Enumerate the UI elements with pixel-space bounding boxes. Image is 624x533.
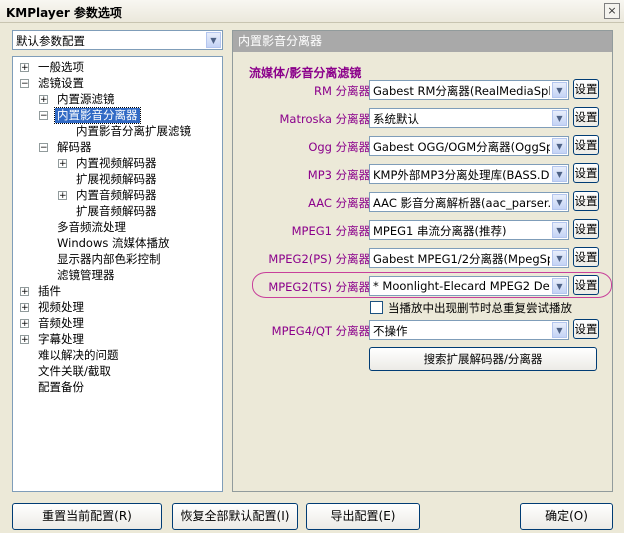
mpeg1-settings-button[interactable]: 设置: [573, 219, 599, 239]
ogg-splitter-select[interactable]: Gabest OGG/OGM分离器(OggSplitter▼: [369, 136, 569, 156]
tree-item-label: 音频处理: [38, 316, 84, 330]
profile-select[interactable]: 默认参数配置 ▼: [12, 30, 223, 50]
chevron-down-icon[interactable]: ▼: [552, 166, 567, 182]
chevron-down-icon[interactable]: ▼: [552, 82, 567, 98]
settings-tree[interactable]: + 一般选项 − 滤镜设置 + 内置源滤镜 − 内置影音分离器 内置影音分离扩展滤镜 −…: [12, 56, 223, 492]
tree-item-label: 扩展视频解码器: [76, 172, 157, 186]
mpeg2ps-splitter-value: Gabest MPEG1/2分离器(MpegSplitter: [373, 252, 550, 266]
tree-item-label: 内置视频解码器: [76, 156, 157, 170]
matroska-splitter-select[interactable]: 系统默认 ▼: [369, 108, 569, 128]
tree-expander-icon[interactable]: −: [39, 111, 48, 121]
close-icon[interactable]: ×: [604, 3, 620, 19]
rm-splitter-select[interactable]: Gabest RM分离器(RealMediaSplitter.▼: [369, 80, 569, 100]
mp3-splitter-value: KMP外部MP3分离处理库(BASS.DLL): [373, 168, 550, 182]
tree-item-label: 滤镜设置: [38, 76, 84, 90]
aac-splitter-value: AAC 影音分离解析器(aac_parser.a:: [373, 196, 550, 210]
chevron-down-icon[interactable]: ▼: [206, 32, 221, 48]
tree-item-label: 内置源滤镜: [57, 92, 115, 106]
tree-item-label: 扩展音频解码器: [76, 204, 157, 218]
tree-item-label: 视频处理: [38, 300, 84, 314]
tree-expander-icon[interactable]: −: [39, 143, 48, 153]
tree-item-label: 插件: [38, 284, 61, 298]
ogg-splitter-value: Gabest OGG/OGM分离器(OggSplitter: [373, 140, 550, 154]
mpeg2ps-splitter-label: MPEG2(PS) 分离器:: [268, 252, 374, 266]
mpeg2ts-settings-button[interactable]: 设置: [573, 275, 599, 295]
tree-item-label: 内置影音分离器: [54, 107, 141, 124]
rm-splitter-value: Gabest RM分离器(RealMediaSplitter.: [373, 84, 550, 98]
tree-item-label: 字幕处理: [38, 332, 84, 346]
window-title: KMPlayer 参数选项: [6, 6, 122, 20]
ogg-settings-button[interactable]: 设置: [573, 135, 599, 155]
rm-settings-button[interactable]: 设置: [573, 79, 599, 99]
tree-item-label: 难以解决的问题: [38, 348, 119, 362]
tree-item-label: 显示器内部色彩控制: [57, 252, 161, 266]
group-title: 流媒体/影音分离滤镜: [249, 66, 362, 80]
tree-item-label: 内置音频解码器: [76, 188, 157, 202]
mpeg4qt-splitter-value: 不操作: [373, 324, 408, 338]
tree-expander-icon[interactable]: +: [39, 95, 48, 105]
retry-on-skip-label: 当播放中出现删节时总重复尝试播放: [388, 301, 572, 315]
mp3-splitter-label: MP3 分离器:: [307, 168, 374, 182]
tree-expander-icon[interactable]: +: [20, 335, 29, 345]
retry-on-skip-checkbox[interactable]: [370, 301, 383, 314]
chevron-down-icon[interactable]: ▼: [552, 278, 567, 294]
matroska-splitter-label: Matroska 分离器:: [279, 112, 374, 126]
search-decoders-button[interactable]: 搜索扩展解码器/分离器: [369, 347, 597, 371]
tree-item-label: 内置影音分离扩展滤镜: [76, 124, 191, 138]
tree-expander-icon[interactable]: +: [20, 63, 29, 73]
mp3-splitter-select[interactable]: KMP外部MP3分离处理库(BASS.DLL) ▼: [369, 164, 569, 184]
profile-select-value: 默认参数配置: [16, 34, 85, 48]
mpeg1-splitter-value: MPEG1 串流分离器(推荐): [373, 224, 507, 238]
tree-item-label: 多音频流处理: [57, 220, 126, 234]
chevron-down-icon[interactable]: ▼: [552, 222, 567, 238]
tree-item-label: 文件关联/截取: [38, 364, 111, 378]
aac-splitter-select[interactable]: AAC 影音分离解析器(aac_parser.a: ▼: [369, 192, 569, 212]
export-config-button[interactable]: 导出配置(E): [306, 503, 420, 530]
chevron-down-icon[interactable]: ▼: [552, 110, 567, 126]
ogg-splitter-label: Ogg 分离器:: [308, 140, 374, 154]
mp3-settings-button[interactable]: 设置: [573, 163, 599, 183]
ok-button[interactable]: 确定(O): [520, 503, 613, 530]
mpeg2ts-splitter-value: * Moonlight-Elecard MPEG2 Demultiple: [373, 279, 550, 293]
mpeg1-splitter-select[interactable]: MPEG1 串流分离器(推荐) ▼: [369, 220, 569, 240]
matroska-splitter-value: 系统默认: [373, 112, 419, 126]
tree-expander-icon[interactable]: +: [58, 191, 67, 201]
aac-splitter-label: AAC 分离器:: [308, 196, 374, 210]
mpeg1-splitter-label: MPEG1 分离器:: [291, 224, 374, 238]
chevron-down-icon[interactable]: ▼: [552, 138, 567, 154]
chevron-down-icon[interactable]: ▼: [552, 250, 567, 266]
mpeg4qt-settings-button[interactable]: 设置: [573, 319, 599, 339]
panel-header: 内置影音分离器: [233, 31, 612, 52]
tree-item-label: 滤镜管理器: [57, 268, 115, 282]
tree-item-label: Windows 流媒体播放: [57, 236, 170, 250]
tree-item-label: 解码器: [57, 140, 92, 154]
mpeg2ts-splitter-select[interactable]: * Moonlight-Elecard MPEG2 Demultiple▼: [369, 276, 569, 296]
tree-expander-icon[interactable]: −: [20, 79, 29, 89]
mpeg2ps-settings-button[interactable]: 设置: [573, 247, 599, 267]
rm-splitter-label: RM 分离器:: [314, 84, 374, 98]
tree-item-label: 配置备份: [38, 380, 84, 394]
mpeg4qt-splitter-label: MPEG4/QT 分离器:: [271, 324, 374, 338]
tree-expander-icon[interactable]: +: [20, 287, 29, 297]
aac-settings-button[interactable]: 设置: [573, 191, 599, 211]
matroska-settings-button[interactable]: 设置: [573, 107, 599, 127]
restore-all-defaults-button[interactable]: 恢复全部默认配置(I): [172, 503, 298, 530]
chevron-down-icon[interactable]: ▼: [552, 322, 567, 338]
tree-expander-icon[interactable]: +: [20, 319, 29, 329]
tree-expander-icon[interactable]: +: [58, 159, 67, 169]
tree-item-label: 一般选项: [38, 60, 84, 74]
mpeg2ps-splitter-select[interactable]: Gabest MPEG1/2分离器(MpegSplitter▼: [369, 248, 569, 268]
mpeg2ts-splitter-label: MPEG2(TS) 分离器:: [268, 280, 374, 294]
tree-expander-icon[interactable]: +: [20, 303, 29, 313]
chevron-down-icon[interactable]: ▼: [552, 194, 567, 210]
mpeg4qt-splitter-select[interactable]: 不操作 ▼: [369, 320, 569, 340]
title-bar: KMPlayer 参数选项 ×: [0, 0, 624, 23]
reset-current-button[interactable]: 重置当前配置(R): [12, 503, 162, 530]
